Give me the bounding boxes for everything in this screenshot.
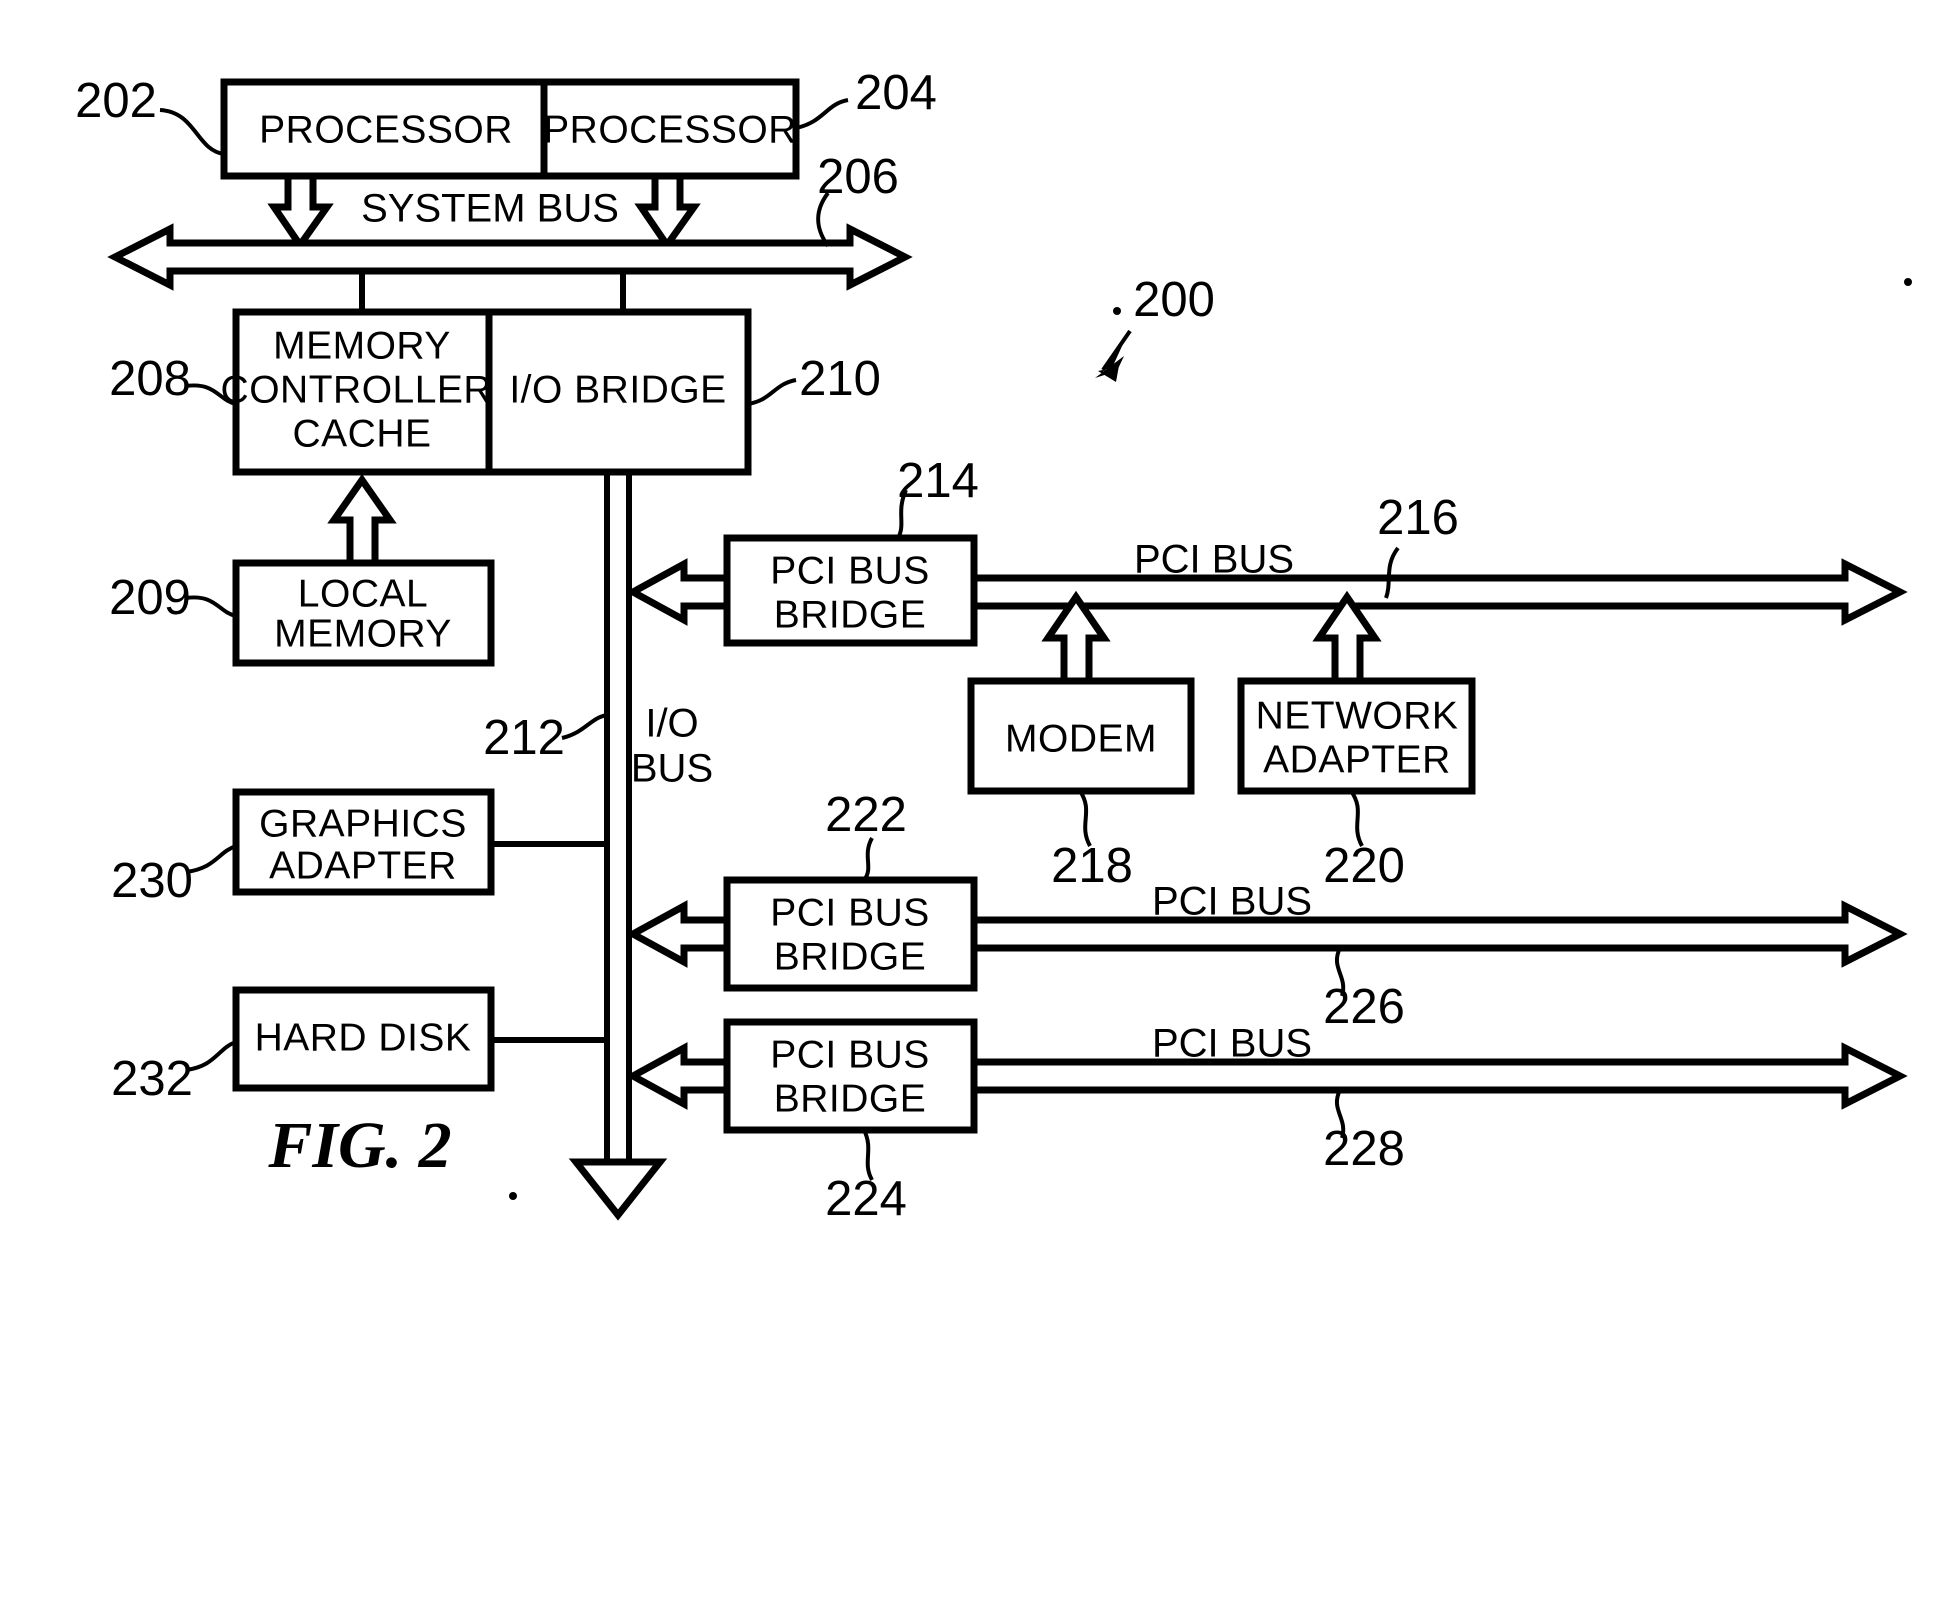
lead-line-210	[747, 378, 797, 406]
arrow-modem-to-pcibus1	[1041, 590, 1111, 685]
graphics-adapter-label-line2: ADAPTER	[269, 844, 457, 887]
local-memory-label-line2: MEMORY	[274, 612, 452, 655]
pci-bus-bridge-3-label-line1: PCI BUS	[770, 1033, 930, 1076]
lead-line-220	[1349, 789, 1364, 847]
block-pci-bus-bridge-3[interactable]: PCI BUS BRIDGE	[723, 1018, 978, 1134]
arrow-processor2-to-system-bus	[634, 172, 701, 252]
ref-number-218: 218	[1051, 839, 1133, 893]
block-graphics-adapter[interactable]: GRAPHICS ADAPTER	[232, 788, 495, 896]
arrow-networkadapter-to-pcibus1	[1312, 590, 1382, 685]
pci-bus-3-arrow	[970, 1042, 1908, 1110]
memory-controller-label-line1: MEMORY	[273, 324, 451, 367]
modem-label: MODEM	[1005, 717, 1157, 760]
memory-controller-label-line2: CONTROLLER/	[221, 368, 504, 411]
block-modem[interactable]: MODEM	[967, 677, 1195, 795]
local-memory-label-line1: LOCAL	[298, 572, 428, 615]
bus-pci-bus-1: PCI BUS	[970, 538, 1908, 626]
ref-200-dot	[1113, 307, 1121, 315]
block-pci-bus-bridge-1[interactable]: PCI BUS BRIDGE	[723, 534, 978, 647]
block-processor-1[interactable]: PROCESSOR	[220, 78, 553, 180]
ref-number-202: 202	[75, 74, 157, 128]
network-adapter-label-line1: NETWORK	[1256, 694, 1459, 737]
io-bus-label-line1: I/O	[645, 702, 698, 746]
memory-controller-label-line3: CACHE	[292, 412, 431, 455]
processor-1-label: PROCESSOR	[259, 108, 513, 151]
network-adapter-label-line2: ADAPTER	[1263, 738, 1451, 781]
arrow-bridge2-to-iobus	[625, 900, 731, 968]
block-memory-controller-cache[interactable]: MEMORY CONTROLLER/ CACHE	[221, 308, 504, 476]
block-io-bridge[interactable]: I/O BRIDGE	[485, 308, 752, 476]
ref-number-222: 222	[825, 788, 907, 842]
graphics-adapter-label-line1: GRAPHICS	[259, 802, 467, 845]
ref-number-210: 210	[799, 352, 881, 406]
ref-number-224: 224	[825, 1172, 907, 1226]
pci-bus-bridge-2-label-line2: BRIDGE	[774, 935, 927, 978]
ref-number-230: 230	[111, 854, 193, 908]
arrow-bridge1-to-iobus	[625, 558, 731, 626]
ref-number-209: 209	[109, 571, 191, 625]
block-hard-disk[interactable]: HARD DISK	[232, 986, 495, 1092]
ref-number-206: 206	[817, 150, 899, 204]
pci-bus-bridge-1-label-line1: PCI BUS	[770, 549, 930, 592]
lead-line-230	[185, 844, 237, 874]
system-bus-label: SYSTEM BUS	[361, 187, 619, 231]
pci-bus-bridge-2-label-line1: PCI BUS	[770, 891, 930, 934]
lead-line-218	[1078, 789, 1092, 847]
ref-number-214: 214	[897, 454, 979, 508]
lead-line-209	[185, 595, 237, 618]
bus-system-bus: SYSTEM BUS	[107, 187, 913, 291]
ref-number-232: 232	[111, 1052, 193, 1106]
ref-number-216: 216	[1377, 491, 1459, 545]
ref-number-220: 220	[1323, 839, 1405, 893]
ref-number-200: 200	[1133, 273, 1215, 327]
lead-line-212	[561, 713, 608, 740]
lead-line-202	[159, 108, 225, 156]
pci-bus-bridge-1-label-line2: BRIDGE	[774, 593, 927, 636]
arrow-bridge3-to-iobus	[625, 1042, 731, 1110]
pci-bus-2-arrow	[970, 900, 1908, 968]
ref-number-212: 212	[483, 711, 565, 765]
ref-number-228: 228	[1323, 1122, 1405, 1176]
block-diagram: PROCESSOR 202 PROCESSOR 204 SYSTEM BUS 2…	[75, 66, 1912, 1226]
system-bus-arrow	[107, 223, 913, 291]
bus-pci-bus-3: PCI BUS	[970, 1022, 1908, 1110]
lead-line-204	[795, 98, 849, 130]
scan-artifact-dot-right	[1904, 278, 1912, 286]
pci-bus-bridge-3-label-line2: BRIDGE	[774, 1077, 927, 1120]
lead-line-232	[185, 1040, 237, 1072]
ref-number-208: 208	[109, 352, 191, 406]
arrow-local-memory-to-memctrl	[327, 473, 397, 567]
io-bus-label-line2: BUS	[631, 747, 713, 791]
arrow-processor1-to-system-bus	[267, 172, 334, 252]
scan-artifact-dot	[509, 1192, 517, 1200]
pci-bus-2-label: PCI BUS	[1152, 880, 1312, 924]
pci-bus-3-label: PCI BUS	[1152, 1022, 1312, 1066]
pci-bus-1-label: PCI BUS	[1134, 538, 1294, 582]
block-pci-bus-bridge-2[interactable]: PCI BUS BRIDGE	[723, 876, 978, 992]
ref-number-226: 226	[1323, 980, 1405, 1034]
patent-figure-page: PROCESSOR 202 PROCESSOR 204 SYSTEM BUS 2…	[0, 0, 1941, 1608]
io-bridge-label: I/O BRIDGE	[509, 368, 726, 411]
block-network-adapter[interactable]: NETWORK ADAPTER	[1237, 677, 1476, 795]
block-local-memory[interactable]: LOCAL MEMORY	[232, 559, 495, 667]
lead-line-222	[862, 837, 874, 882]
ref-number-204: 204	[855, 66, 937, 120]
processor-2-label: PROCESSOR	[543, 108, 797, 151]
block-processor-2[interactable]: PROCESSOR	[540, 78, 800, 180]
hard-disk-label: HARD DISK	[255, 1016, 472, 1059]
io-bus-arrowhead	[568, 1158, 668, 1221]
figure-caption: FIG. 2	[267, 1109, 451, 1182]
pci-bus-1-arrow	[970, 558, 1908, 626]
